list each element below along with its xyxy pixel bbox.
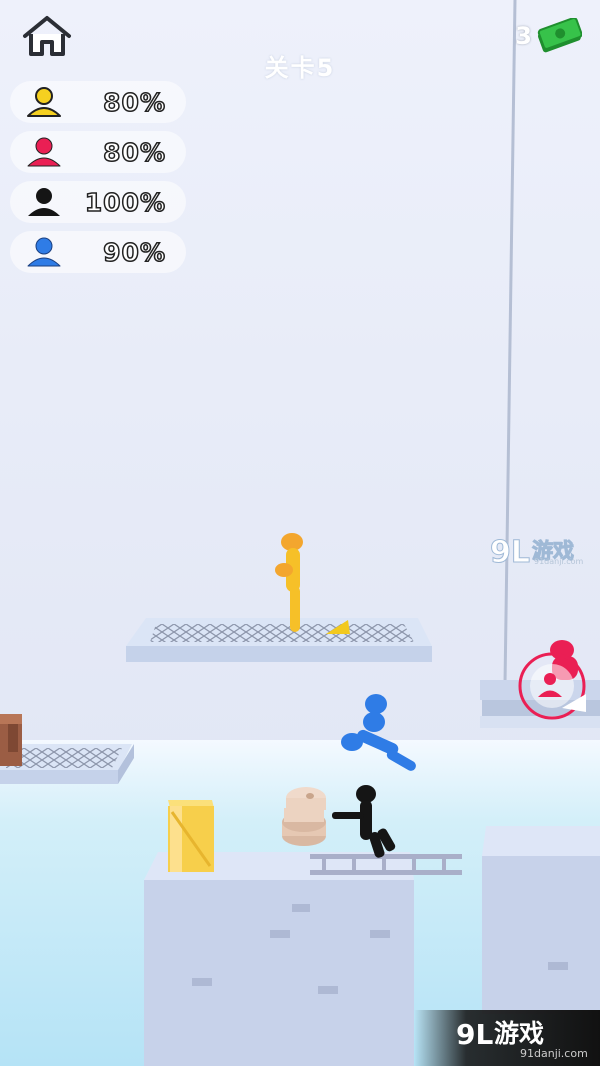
player-yellow-percent: 80% xyxy=(102,87,166,118)
player-black-percent: 100% xyxy=(84,187,166,218)
player-pink-icon xyxy=(27,137,61,167)
player-pink-percent: 80% xyxy=(102,137,166,168)
player-progress-list: 80% 80% 100% 90% xyxy=(10,81,186,281)
barrel-stack xyxy=(282,787,326,846)
player-blue-percent: 90% xyxy=(102,237,166,268)
player-yellow-icon xyxy=(27,87,61,117)
wooden-crate xyxy=(0,714,22,766)
center-grate-platform xyxy=(126,618,432,662)
watermark-bottom-logo-icon: 9L xyxy=(456,1018,493,1051)
cash-count: 3 xyxy=(515,22,532,50)
gold-crate xyxy=(168,800,214,872)
level-title: 关卡5 xyxy=(264,54,336,82)
player-blue-icon xyxy=(27,237,61,267)
player-row-pink: 80% xyxy=(10,131,186,173)
player-row-black: 100% xyxy=(10,181,186,223)
cash-icon xyxy=(537,18,582,53)
svg-text:9L: 9L xyxy=(490,535,530,570)
player-black-icon xyxy=(28,188,60,216)
watermark-top-sub: 91danji.com xyxy=(534,557,584,566)
watermark-bottom: 9L 游戏 91danji.com xyxy=(414,1010,600,1066)
svg-text:9L: 9L xyxy=(456,1018,493,1051)
center-tower xyxy=(144,852,414,1066)
watermark-bottom-text: 游戏 xyxy=(494,1019,545,1048)
watermark-bottom-sub: 91danji.com xyxy=(520,1047,588,1060)
watermark-top: 9L 游戏 91danji.com xyxy=(488,530,584,571)
player-row-blue: 90% xyxy=(10,231,186,273)
watermark-logo-icon: 9L xyxy=(490,535,531,571)
player-row-yellow: 80% xyxy=(10,81,186,123)
right-tower xyxy=(482,826,600,1014)
cash-counter: 3 xyxy=(515,16,582,56)
